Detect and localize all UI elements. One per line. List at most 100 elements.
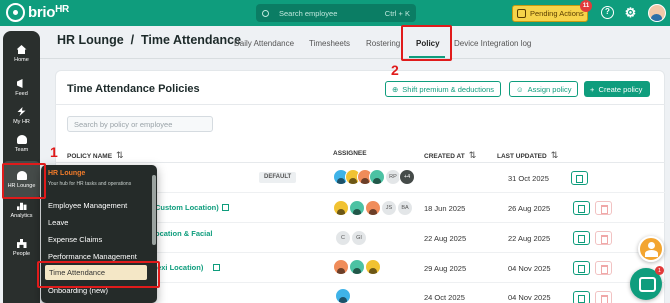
logo-text: brio: [28, 4, 56, 21]
external-link-icon[interactable]: [213, 264, 220, 271]
external-link-icon[interactable]: [222, 204, 229, 211]
home-icon: [16, 45, 27, 54]
bolt-icon: [17, 107, 26, 116]
avatar: [349, 259, 365, 275]
rail-label: Home: [14, 57, 29, 63]
delete-icon[interactable]: [595, 261, 612, 275]
policy-name-link[interactable]: ocation & Facial: [155, 229, 213, 238]
duplicate-icon[interactable]: [571, 171, 588, 185]
search-placeholder: Search employee: [279, 8, 338, 18]
more-assignees-badge[interactable]: +4: [399, 169, 415, 185]
created-at-cell: 18 Jun 2025: [424, 204, 466, 213]
card-title: Time Attendance Policies: [67, 83, 200, 95]
annotation-step-1: 1: [50, 144, 58, 160]
pending-actions-label: Pending Actions: [530, 9, 584, 18]
created-at-cell: 29 Aug 2025: [424, 264, 467, 273]
menu-item-employee-management[interactable]: Employee Management: [48, 201, 127, 210]
chat-badge: 1: [655, 266, 664, 275]
delete-icon[interactable]: [595, 231, 612, 245]
pending-actions-icon: [517, 9, 526, 18]
created-at-cell: 24 Oct 2025: [424, 293, 465, 302]
page-breadcrumb: HR Lounge / Time Attendance: [57, 33, 242, 47]
gear-icon[interactable]: ⚙: [624, 6, 637, 19]
logo-icon: [6, 3, 25, 22]
column-header-created-at[interactable]: CREATED AT ⇅: [424, 150, 476, 161]
annotation-box-time-attendance: [37, 261, 160, 288]
duplicate-icon[interactable]: [573, 291, 590, 303]
rail-label: People: [12, 251, 31, 257]
table-header-divider: [55, 162, 665, 163]
duplicate-icon[interactable]: [573, 231, 590, 245]
policy-filter-input[interactable]: Search by policy or employee: [67, 116, 213, 132]
menu-subtitle: Your hub for HR tasks and operations: [48, 181, 132, 187]
delete-icon[interactable]: [595, 201, 612, 215]
person-icon: ☺: [516, 84, 524, 94]
card-divider: [55, 104, 665, 105]
help-icon[interactable]: ?: [601, 6, 614, 19]
menu-scrollbar[interactable]: [152, 175, 156, 245]
dollar-icon: ⊕: [392, 84, 399, 94]
sort-icon: ⇅: [550, 150, 559, 160]
org-chart-icon: [16, 239, 27, 248]
avatar: [365, 259, 381, 275]
last-updated-cell: 04 Nov 2025: [508, 293, 551, 302]
employee-search[interactable]: Search employee Ctrl + K: [256, 4, 416, 22]
brio-hr-logo[interactable]: brioHR: [6, 3, 69, 22]
rail-label: Team: [14, 147, 29, 153]
last-updated-cell: 22 Aug 2025: [508, 234, 551, 243]
chat-fab[interactable]: 1: [630, 266, 664, 300]
avatar: [365, 200, 381, 216]
avatar: [349, 200, 365, 216]
sort-icon: ⇅: [468, 150, 477, 160]
avatar-initials: BA: [397, 200, 413, 216]
profile-help-fab[interactable]: [638, 236, 664, 262]
rail-item-home[interactable]: Home: [3, 35, 40, 73]
column-header-last-updated[interactable]: LAST UPDATED ⇅: [497, 150, 558, 161]
last-updated-cell: 31 Oct 2025: [508, 174, 549, 183]
chart-icon: [16, 202, 27, 210]
create-policy-button[interactable]: + Create policy: [584, 81, 650, 97]
avatar-initials: JS: [381, 200, 397, 216]
rail-item-team[interactable]: Team: [3, 125, 40, 163]
avatar: [335, 288, 351, 303]
menu-item-expense-claims[interactable]: Expense Claims: [48, 235, 102, 244]
tab-rostering[interactable]: Rostering: [366, 39, 400, 48]
search-icon: [262, 9, 269, 17]
sort-icon: ⇅: [116, 150, 124, 160]
avatar-initials: C: [335, 230, 351, 246]
team-icon: [16, 135, 27, 144]
avatar: [333, 259, 349, 275]
menu-item-leave[interactable]: Leave: [48, 218, 68, 227]
duplicate-icon[interactable]: [573, 201, 590, 215]
column-header-policy-name[interactable]: POLICY NAME ⇅: [67, 150, 124, 161]
menu-item-performance-management[interactable]: Performance Management: [48, 252, 137, 261]
column-header-assignee: ASSIGNEE: [333, 150, 367, 157]
menu-title: HR Lounge: [48, 170, 86, 177]
rail-item-people[interactable]: People: [3, 229, 40, 267]
tab-device-integration-log[interactable]: Device Integration log: [454, 39, 531, 48]
user-avatar[interactable]: [648, 4, 666, 22]
assign-policy-label: Assign policy: [527, 84, 572, 94]
avatar: [369, 169, 385, 185]
policy-name-link[interactable]: lexi Location): [155, 263, 203, 272]
tab-daily-attendance[interactable]: Daily Attendance: [234, 39, 294, 48]
header-divider: [40, 58, 670, 59]
pending-actions-count: 11: [580, 0, 592, 12]
shift-premium-label: Shift premium & deductions: [402, 84, 495, 94]
duplicate-icon[interactable]: [573, 261, 590, 275]
last-updated-cell: 26 Aug 2025: [508, 204, 551, 213]
rail-label: Analytics: [10, 213, 33, 219]
created-at-cell: 22 Aug 2025: [424, 234, 467, 243]
tab-timesheets[interactable]: Timesheets: [309, 39, 350, 48]
avatar-initials: GI: [351, 230, 367, 246]
logo-suffix: HR: [55, 4, 69, 15]
megaphone-icon: [16, 79, 23, 88]
annotation-box-policy-tab: [401, 25, 452, 61]
pending-actions-button[interactable]: Pending Actions 11: [512, 0, 592, 22]
shift-premium-button[interactable]: ⊕ Shift premium & deductions: [385, 81, 502, 97]
assign-policy-button[interactable]: ☺ Assign policy: [509, 81, 579, 97]
annotation-step-2: 2: [391, 62, 399, 78]
policy-name-link[interactable]: Custom Location): [155, 203, 219, 212]
top-bar: brioHR Search employee Ctrl + K Pending …: [0, 0, 670, 26]
delete-icon[interactable]: [595, 291, 612, 303]
